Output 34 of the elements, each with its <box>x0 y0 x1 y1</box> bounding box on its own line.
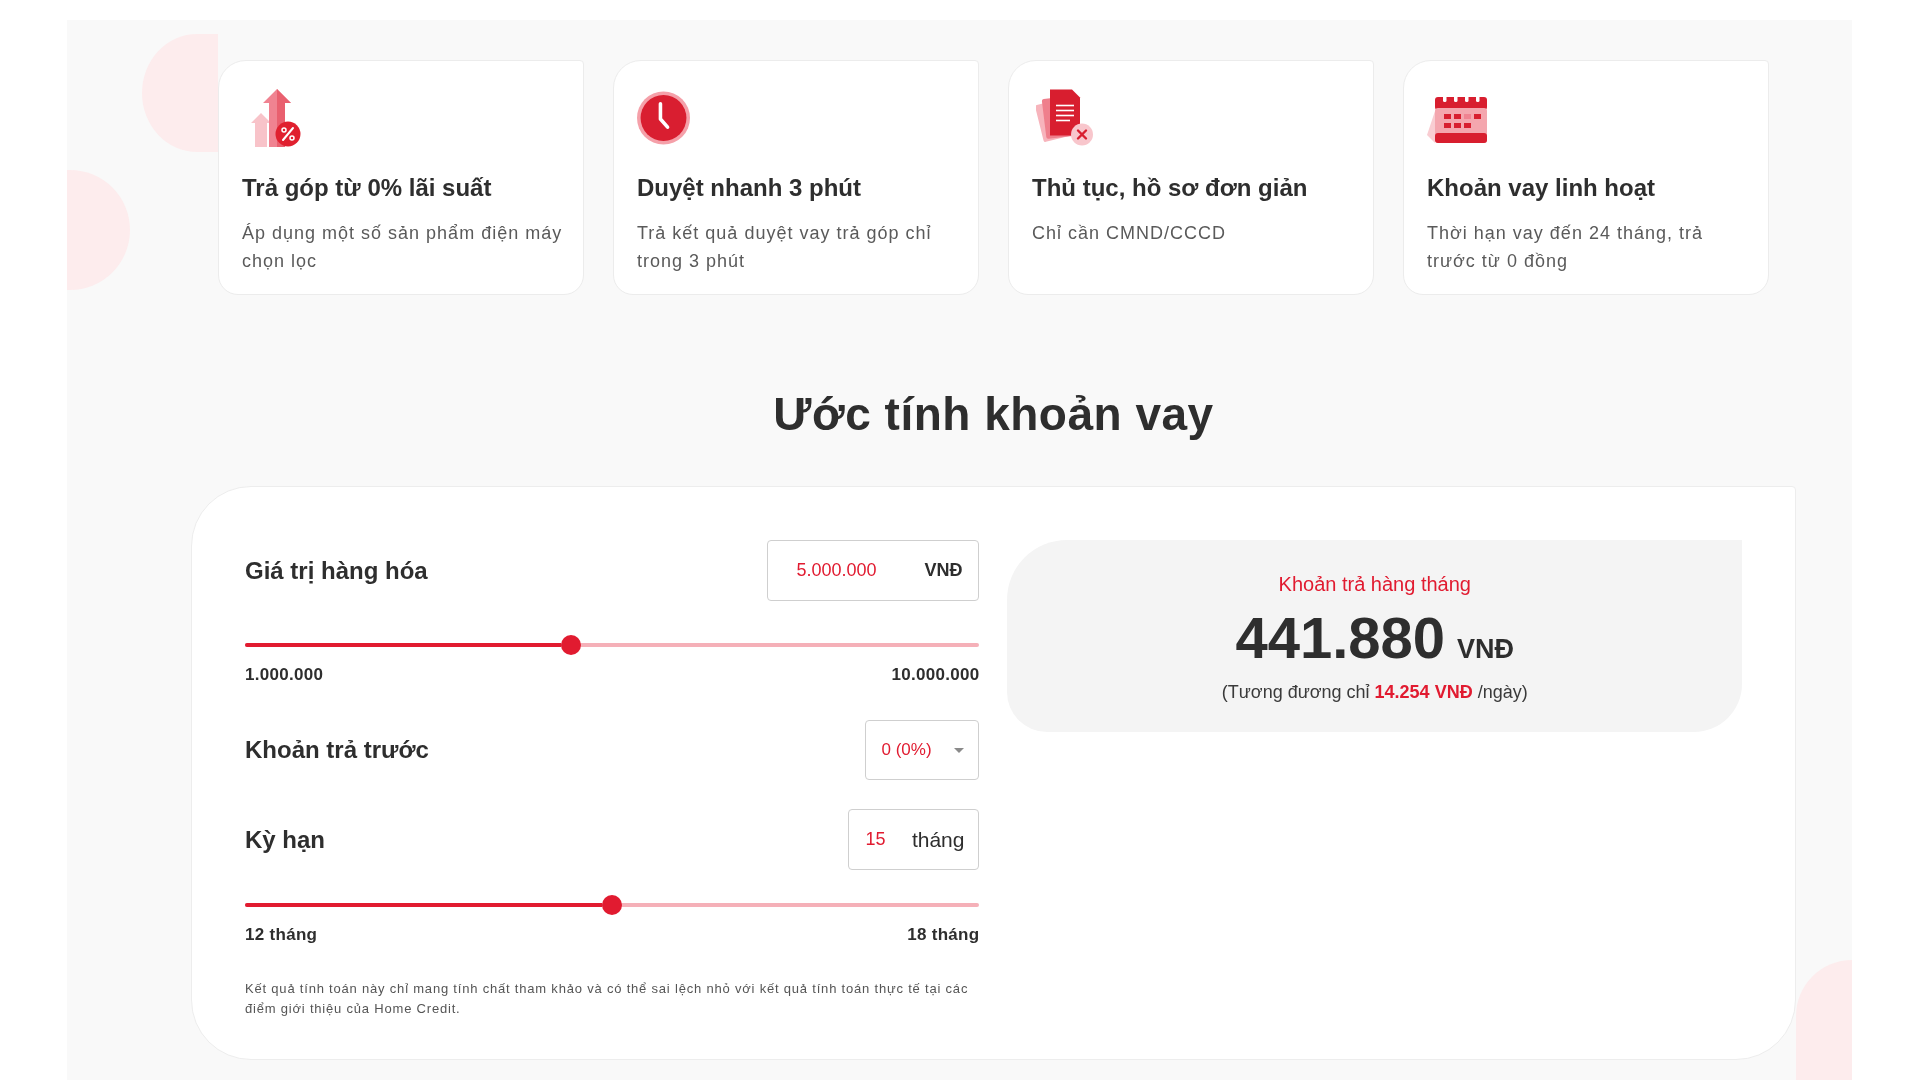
currency-unit: VNĐ <box>1457 636 1515 663</box>
slider-thumb[interactable] <box>602 895 623 915</box>
slider-thumb[interactable] <box>561 635 582 655</box>
caret-icon <box>954 747 965 753</box>
feature-description: Thời hạn vay đến 24 tháng, trả trước từ 0 đồng <box>1427 222 1704 273</box>
term-label: Kỳ hạn <box>245 825 325 854</box>
range-min-label: 12 tháng <box>245 925 318 945</box>
monthly-payment-label: Khoản trả hàng tháng <box>1277 572 1472 597</box>
feature-title: Thủ tục, hồ sơ đơn giản <box>1032 173 1309 203</box>
down-payment-dropdown[interactable]: 0 (0%) <box>865 720 980 780</box>
feature-title: Duyệt nhanh 3 phút <box>637 173 862 203</box>
feature-title: Khoản vay linh hoạt <box>1427 173 1657 203</box>
range-max-label: 10.000.000 <box>891 665 980 685</box>
product-value-label: Giá trị hàng hóa <box>245 556 428 585</box>
feature-description: Chỉ cần CMND/CCCD <box>1032 222 1228 245</box>
rising-arrows-percent-icon <box>251 89 301 147</box>
clock-icon <box>637 89 690 147</box>
range-max-label: 18 tháng <box>907 925 980 945</box>
monthly-payment-amount: 441.880 <box>1235 606 1446 670</box>
price-value: 5.000.000 <box>796 560 877 581</box>
disclaimer-text: Kết quả tính toán này chỉ mang tính chất tham khảo và có thể sai lệch nhỏ với kết quả tính toán thực tế tại các điểm giới thiệu của Home Credit. <box>245 980 970 1018</box>
down-payment-label: Khoản trả trước <box>245 736 429 764</box>
daily-equivalent-text: (Tương đương chỉ 14.254 VNĐ /ngày) <box>1220 681 1529 704</box>
term-value: 15 <box>865 829 886 850</box>
price-field[interactable]: 5.000.000 VNĐ <box>767 540 980 601</box>
documents-cross-icon <box>1036 89 1094 147</box>
term-unit: tháng <box>911 827 965 852</box>
range-min-label: 1.000.000 <box>245 665 324 685</box>
currency-unit: VNĐ <box>924 560 963 581</box>
section-heading: Ước tính khoản vay <box>772 387 1215 442</box>
feature-description: Áp dụng một số sản phẩm điện máy chọn lọc <box>242 222 564 273</box>
term-field[interactable]: 15 tháng <box>848 809 980 870</box>
feature-title: Trả góp từ 0% lãi suất <box>242 173 493 203</box>
feature-description: Trả kết quả duyệt vay trả góp chỉ trong 3 phút <box>637 222 933 273</box>
